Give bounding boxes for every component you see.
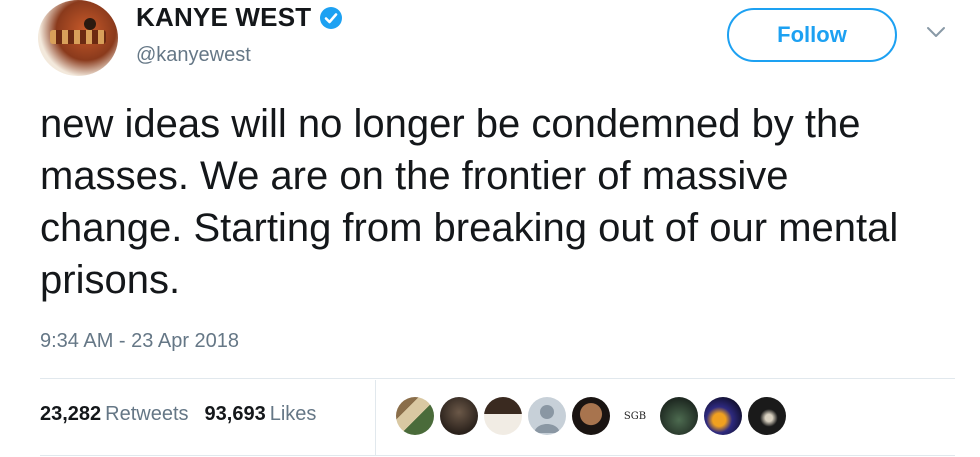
liker-avatar[interactable] xyxy=(704,397,742,435)
verified-badge-icon xyxy=(320,6,343,29)
liker-avatar[interactable] xyxy=(396,397,434,435)
display-name-text: KANYE WEST xyxy=(136,2,312,32)
avatar-artwork xyxy=(50,30,106,44)
default-avatar-icon xyxy=(534,405,560,433)
user-handle[interactable]: @kanyewest xyxy=(136,44,251,67)
avatar-artwork-detail xyxy=(84,18,96,30)
retweets-count: 23,282 xyxy=(40,403,102,425)
liker-avatar[interactable]: SGB xyxy=(616,397,654,435)
liker-avatar[interactable] xyxy=(528,397,566,435)
divider xyxy=(40,455,955,456)
liker-avatar[interactable] xyxy=(484,397,522,435)
liker-avatar[interactable] xyxy=(440,397,478,435)
liker-avatar[interactable] xyxy=(748,397,786,435)
profile-avatar[interactable] xyxy=(38,0,118,76)
retweets-stat[interactable]: 23,282 Retweets xyxy=(40,403,189,426)
likes-count: 93,693 xyxy=(204,403,266,425)
liker-avatar[interactable] xyxy=(660,397,698,435)
tweet-stats: 23,282 Retweets 93,693 Likes xyxy=(40,403,316,426)
display-name[interactable]: KANYE WEST xyxy=(136,2,343,33)
likes-stat[interactable]: 93,693 Likes xyxy=(205,403,317,426)
follow-button[interactable]: Follow xyxy=(727,8,897,62)
liker-avatar-text: SGB xyxy=(623,410,647,422)
divider xyxy=(40,378,955,379)
liker-avatar[interactable] xyxy=(572,397,610,435)
tweet-text: new ideas will no longer be condemned by… xyxy=(40,102,899,302)
tweet-timestamp[interactable]: 9:34 AM - 23 Apr 2018 xyxy=(40,330,239,353)
stats-divider xyxy=(375,380,376,455)
retweets-label: Retweets xyxy=(105,403,189,425)
likes-label: Likes xyxy=(269,403,317,425)
chevron-down-icon[interactable] xyxy=(925,24,947,40)
likers-avatars: SGB xyxy=(396,397,786,435)
